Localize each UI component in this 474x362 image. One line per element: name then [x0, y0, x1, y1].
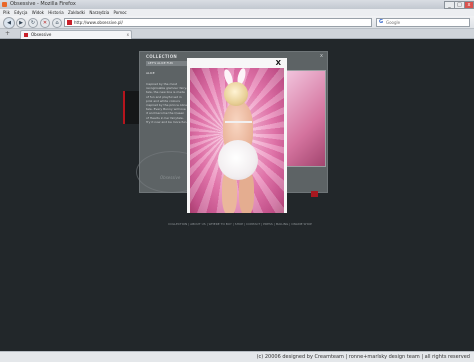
- background-product-photo[interactable]: [286, 70, 326, 167]
- back-button[interactable]: ◀: [3, 17, 15, 29]
- lightbox-modal: X: [187, 58, 287, 213]
- window-title: Obsessive - Mozilla Firefox: [10, 1, 76, 7]
- tab-bar: + Obsessive x: [0, 29, 474, 39]
- new-tab-icon[interactable]: +: [5, 30, 10, 38]
- page-content: COLLECTION x LET'S ALICE FUN ALICE Inspi…: [0, 39, 474, 351]
- collection-description: Inspired by the most recognisable glamou…: [146, 82, 188, 124]
- menu-view[interactable]: Widok: [32, 9, 44, 16]
- next-arrow-button[interactable]: [311, 191, 318, 197]
- model-hair: [224, 82, 248, 106]
- menu-bookmarks[interactable]: Zakładki: [68, 9, 85, 16]
- close-tab-icon[interactable]: x: [127, 31, 129, 39]
- stop-icon[interactable]: ✕: [40, 18, 50, 28]
- menu-file[interactable]: Plik: [3, 9, 10, 16]
- tab-favicon: [24, 33, 28, 37]
- collection-heading: COLLECTION: [146, 54, 178, 59]
- tab-label: Obsessive: [31, 32, 52, 37]
- forward-button[interactable]: ▶: [16, 18, 26, 28]
- address-bar[interactable]: ★: [64, 18, 432, 27]
- footer-links[interactable]: COLLECTION | ABOUT US | WHERE TO BUY | S…: [165, 222, 315, 226]
- lightbox-close-button[interactable]: X: [276, 58, 281, 68]
- google-icon: G: [379, 19, 384, 25]
- side-logo-tab[interactable]: [123, 91, 139, 124]
- menu-tools[interactable]: Narzędzia: [89, 9, 109, 16]
- brand-logo-text: Obsessive: [160, 175, 181, 180]
- firefox-icon: [2, 2, 7, 7]
- close-window-button[interactable]: x: [464, 1, 474, 9]
- search-box[interactable]: G: [376, 18, 470, 27]
- navigation-toolbar: ◀ ▶ ↻ ✕ ⌂ ★ G: [0, 16, 474, 29]
- menu-help[interactable]: Pomoc: [113, 9, 126, 16]
- intro-title: ALICE: [146, 71, 155, 75]
- home-icon[interactable]: ⌂: [52, 18, 62, 28]
- menu-edit[interactable]: Edycja: [14, 9, 27, 16]
- site-favicon: [67, 20, 72, 25]
- tab-obsessive[interactable]: Obsessive x: [20, 30, 132, 39]
- reload-icon[interactable]: ↻: [28, 18, 38, 28]
- bra-strap: [225, 121, 252, 123]
- collection-subheading: LET'S ALICE FUN: [148, 61, 173, 65]
- product-photo: [190, 68, 284, 213]
- model-briefs: [218, 140, 258, 180]
- panel-close-icon[interactable]: x: [320, 53, 323, 59]
- status-bar: (c) 20006 designed by Creamteam | ronne+…: [0, 351, 474, 362]
- url-input[interactable]: [74, 19, 354, 26]
- menu-history[interactable]: Historia: [48, 9, 63, 16]
- search-input[interactable]: [386, 19, 466, 26]
